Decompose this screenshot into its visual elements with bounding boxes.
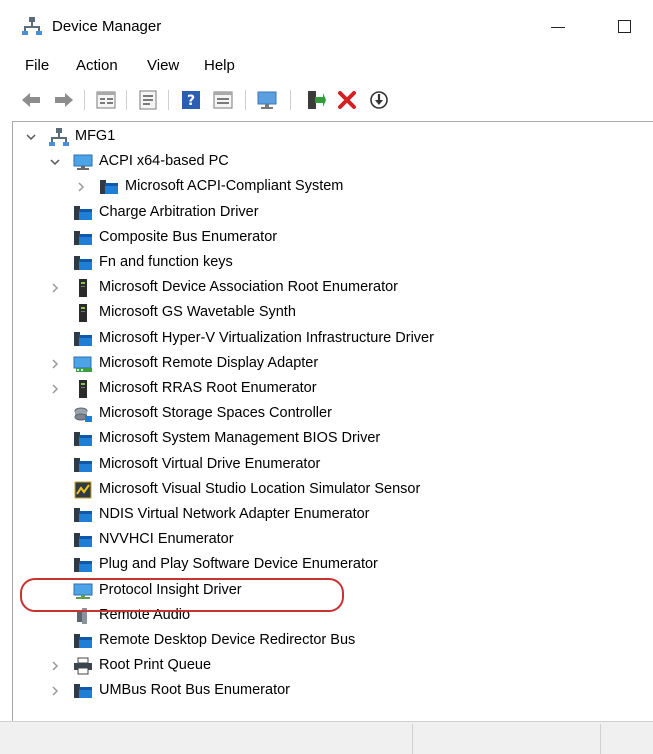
tree-item[interactable]: ACPI x64-based PC	[13, 150, 633, 174]
tree-item[interactable]: Microsoft Virtual Drive Enumerator	[13, 453, 633, 477]
tree-item-label: Microsoft Hyper-V Virtualization Infrast…	[99, 329, 434, 346]
tree-item-label: Composite Bus Enumerator	[99, 228, 278, 245]
device-tree[interactable]: MFG1 ACPI x64-based PC Microsoft ACPI-Comp…	[12, 121, 653, 722]
menu-action[interactable]: Action	[76, 57, 118, 74]
system-device-icon	[74, 331, 92, 346]
status-bar	[0, 721, 653, 754]
tree-item[interactable]: Composite Bus Enumerator	[13, 226, 633, 250]
tree-item[interactable]: Microsoft GS Wavetable Synth	[13, 301, 633, 325]
menu-view[interactable]: View	[147, 57, 179, 74]
tree-item-label: ACPI x64-based PC	[99, 153, 229, 170]
system-device-icon	[74, 205, 92, 220]
uninstall-icon[interactable]	[336, 89, 358, 111]
chevron-right-icon[interactable]	[49, 383, 61, 395]
tree-item-label: Remote Desktop Device Redirector Bus	[99, 632, 356, 648]
tree-item[interactable]: Microsoft Storage Spaces Controller	[13, 402, 633, 426]
show-hidden-icon[interactable]	[212, 89, 234, 111]
tree-item[interactable]: Fn and function keys	[13, 251, 633, 275]
computer-icon	[49, 128, 69, 146]
tree-item-label: Microsoft Visual Studio Location Simulat…	[99, 480, 421, 497]
tree-item-label: Microsoft Storage Spaces Controller	[99, 405, 332, 422]
tree-item[interactable]: Microsoft System Management BIOS Driver	[13, 427, 633, 451]
chevron-right-icon[interactable]	[49, 282, 61, 294]
tree-item-label: Microsoft ACPI-Compliant System	[125, 178, 344, 195]
chevron-right-icon[interactable]	[49, 685, 61, 697]
system-device-icon	[100, 180, 118, 195]
tree-item[interactable]: Microsoft Device Association Root Enumer…	[13, 276, 633, 300]
title-bar: Device Manager	[0, 0, 653, 50]
tree-item-label: Microsoft Virtual Drive Enumerator	[99, 455, 321, 472]
menu-file[interactable]: File	[25, 57, 49, 74]
monitor-icon	[73, 154, 93, 171]
chevron-down-icon[interactable]	[25, 131, 37, 143]
menu-help[interactable]: Help	[204, 57, 235, 74]
toolbar: ?	[0, 80, 653, 120]
scan-hardware-icon[interactable]	[256, 89, 278, 111]
system-device-icon	[74, 256, 92, 270]
tree-item[interactable]: NDIS Virtual Network Adapter Enumerator	[13, 503, 633, 527]
window-title: Device Manager	[52, 18, 162, 35]
tree-item[interactable]: Microsoft RRAS Root Enumerator	[13, 377, 633, 401]
system-device-icon	[74, 230, 92, 245]
tree-item[interactable]: NVVHCI Enumerator	[13, 528, 633, 552]
system-device-icon	[74, 558, 92, 573]
tree-item-label: UMBus Root Bus Enumerator	[99, 682, 290, 699]
tree-item[interactable]: UMBus Root Bus Enumerator	[13, 679, 633, 703]
tree-item-label: NDIS Virtual Network Adapter Enumerator	[99, 506, 370, 522]
system-device-icon	[74, 432, 92, 447]
tree-item[interactable]: MFG1	[13, 125, 633, 149]
chevron-right-icon[interactable]	[49, 660, 61, 672]
storage-controller-icon	[74, 407, 92, 423]
chevron-right-icon[interactable]	[75, 181, 87, 193]
help-icon[interactable]: ?	[180, 89, 202, 111]
tree-item-label: NVVHCI Enumerator	[99, 531, 234, 548]
chevron-down-icon[interactable]	[49, 156, 61, 168]
minimize-button[interactable]	[545, 16, 573, 36]
tree-item[interactable]: Root Print Queue	[13, 654, 633, 678]
sensor-icon	[74, 481, 92, 499]
system-device-icon	[74, 533, 92, 548]
tree-item-label: Microsoft GS Wavetable Synth	[99, 304, 296, 321]
properties-icon[interactable]	[95, 89, 117, 111]
tree-item[interactable]: Microsoft Remote Display Adapter	[13, 352, 633, 376]
highlight-annotation	[20, 578, 344, 612]
maximize-button[interactable]	[612, 16, 636, 36]
tree-item[interactable]: Charge Arbitration Driver	[13, 201, 633, 225]
tree-item-label: Plug and Play Software Device Enumerator	[99, 556, 378, 573]
tree-item-label: Fn and function keys	[99, 254, 233, 270]
tree-item-label: Microsoft System Management BIOS Driver	[99, 430, 381, 447]
device-manager-icon	[22, 17, 42, 35]
menu-bar: File Action View Help	[0, 53, 653, 79]
tower-icon	[79, 279, 87, 298]
tree-item[interactable]: Microsoft ACPI-Compliant System	[13, 175, 633, 199]
tree-item-label: Charge Arbitration Driver	[99, 203, 259, 220]
update-driver-icon[interactable]	[304, 89, 326, 111]
display-adapter-icon	[73, 356, 92, 372]
driver-details-icon[interactable]	[137, 89, 159, 111]
tree-item-label: Microsoft Remote Display Adapter	[99, 354, 319, 371]
tree-item-label: MFG1	[75, 128, 116, 144]
tower-icon	[79, 304, 87, 323]
tree-item[interactable]: Microsoft Visual Studio Location Simulat…	[13, 478, 633, 502]
chevron-right-icon[interactable]	[49, 358, 61, 370]
tree-item-label: Root Print Queue	[99, 657, 212, 674]
tower-icon	[79, 380, 87, 398]
system-device-icon	[74, 684, 92, 699]
back-icon[interactable]	[20, 89, 42, 111]
system-device-icon	[74, 508, 92, 522]
printer-icon	[74, 657, 92, 675]
svg-text:?: ?	[187, 93, 195, 109]
system-device-icon	[74, 457, 92, 472]
tree-item[interactable]: Microsoft Hyper-V Virtualization Infrast…	[13, 327, 633, 351]
tree-item-label: Microsoft Device Association Root Enumer…	[99, 279, 398, 296]
disable-device-icon[interactable]	[368, 89, 390, 111]
system-device-icon	[74, 634, 92, 648]
tree-item[interactable]: Plug and Play Software Device Enumerator	[13, 553, 633, 577]
tree-item[interactable]: Remote Desktop Device Redirector Bus	[13, 629, 633, 653]
forward-icon[interactable]	[53, 89, 75, 111]
tree-item-label: Microsoft RRAS Root Enumerator	[99, 380, 317, 396]
